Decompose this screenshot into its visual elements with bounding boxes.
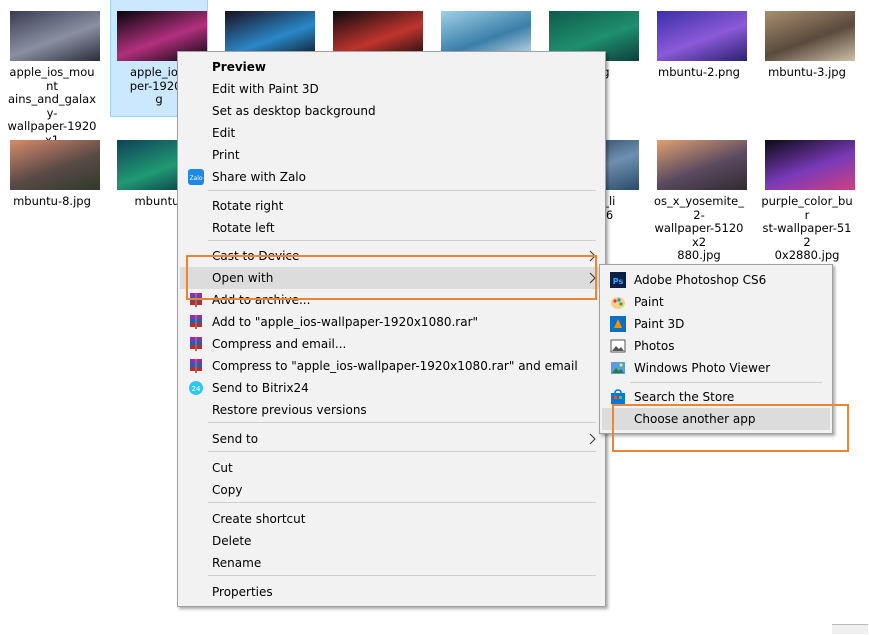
- file-thumbnail: [657, 11, 747, 61]
- file-thumbnail: [10, 140, 100, 190]
- menu-item-label: Print: [212, 148, 240, 162]
- menu-separator: [208, 240, 596, 241]
- menu-item-label: Create shortcut: [212, 512, 306, 526]
- file-item[interactable]: apple_ios_mount ains_and_galaxy- wallpap…: [4, 0, 100, 160]
- menu-item-edit-with-paint-3d[interactable]: Edit with Paint 3D: [180, 78, 603, 100]
- menu-item-share-with-zalo[interactable]: Zalo Share with Zalo: [180, 166, 603, 188]
- menu-item-delete[interactable]: Delete: [180, 530, 603, 552]
- bitrix-icon: 24: [188, 380, 204, 396]
- menu-item-print[interactable]: Print: [180, 144, 603, 166]
- file-thumbnail: [765, 140, 855, 190]
- menu-item-label: Rotate left: [212, 221, 275, 235]
- context-menu: Preview Edit with Paint 3D Set as desktop …: [177, 51, 606, 607]
- menu-separator: [208, 502, 596, 503]
- svg-text:Zalo: Zalo: [189, 175, 202, 182]
- menu-item-label: Rotate right: [212, 199, 284, 213]
- menu-separator: [208, 451, 596, 452]
- file-item[interactable]: purple_color_bur st-wallpaper-512 0x2880…: [759, 129, 855, 262]
- menu-item-label: Paint: [634, 295, 664, 309]
- menu-item-rotate-left[interactable]: Rotate left: [180, 217, 603, 239]
- file-name: mbuntu-8.jpg: [13, 194, 91, 208]
- menu-item-edit[interactable]: Edit: [180, 122, 603, 144]
- chevron-right-icon: [589, 428, 597, 458]
- svg-text:Ps: Ps: [613, 277, 624, 286]
- menu-item-label: Set as desktop background: [212, 104, 376, 118]
- paint-icon: [610, 294, 626, 310]
- menu-item-label: Send to Bitrix24: [212, 381, 309, 395]
- menu-item-set-as-desktop-background[interactable]: Set as desktop background: [180, 100, 603, 122]
- menu-item-label: Edit with Paint 3D: [212, 82, 319, 96]
- menu-item-label: Properties: [212, 585, 273, 599]
- menu-item-send-to-bitrix24[interactable]: 24 Send to Bitrix24: [180, 377, 603, 399]
- menu-item-preview[interactable]: Preview: [180, 56, 603, 78]
- menu-item-label: Adobe Photoshop CS6: [634, 273, 767, 287]
- menu-item-rotate-right[interactable]: Rotate right: [180, 195, 603, 217]
- menu-item-label: Rename: [212, 556, 262, 570]
- open-with-item-paint[interactable]: Paint: [602, 291, 830, 313]
- menu-item-label: Send to: [212, 432, 259, 446]
- photos-icon: [610, 338, 626, 354]
- menu-item-properties[interactable]: Properties: [180, 581, 603, 603]
- file-thumbnail: [10, 11, 100, 61]
- open-with-highlight-box: [186, 255, 597, 300]
- winrar-icon: [188, 336, 204, 352]
- menu-item-compress-to-apple-ios-wallpaper-1920x1080-rar-and-email[interactable]: Compress to "apple_ios-wallpaper-1920x10…: [180, 355, 603, 377]
- menu-item-create-shortcut[interactable]: Create shortcut: [180, 508, 603, 530]
- menu-item-label: Cut: [212, 461, 233, 475]
- menu-item-label: Restore previous versions: [212, 403, 367, 417]
- winrar-icon: [188, 314, 204, 330]
- zalo-icon: Zalo: [188, 169, 204, 185]
- menu-separator: [208, 422, 596, 423]
- photo-viewer-icon: [610, 360, 626, 376]
- menu-item-rename[interactable]: Rename: [180, 552, 603, 574]
- paint3d-icon: [610, 316, 626, 332]
- menu-item-label: Delete: [212, 534, 252, 548]
- menu-item-label: Compress and email...: [212, 337, 347, 351]
- file-thumbnail: [765, 11, 855, 61]
- menu-item-cut[interactable]: Cut: [180, 457, 603, 479]
- open-with-item-photos[interactable]: Photos: [602, 335, 830, 357]
- menu-item-send-to[interactable]: Send to: [180, 428, 603, 450]
- menu-separator: [208, 575, 596, 576]
- file-item[interactable]: os_x_yosemite_2- wallpaper-5120x2 880.jp…: [651, 129, 747, 262]
- open-with-item-adobe-photoshop-cs6[interactable]: Ps Adobe Photoshop CS6: [602, 269, 830, 291]
- menu-item-compress-and-email[interactable]: Compress and email...: [180, 333, 603, 355]
- file-item[interactable]: mbuntu-8.jpg: [4, 129, 100, 245]
- menu-item-label: Photos: [634, 339, 675, 353]
- file-name: os_x_yosemite_2- wallpaper-5120x2 880.jp…: [654, 194, 744, 262]
- menu-item-label: Edit: [212, 126, 236, 140]
- menu-item-label: Copy: [212, 483, 243, 497]
- menu-item-label: Windows Photo Viewer: [634, 361, 771, 375]
- file-name: mbuntu-3.jpg: [768, 65, 846, 79]
- menu-separator: [630, 382, 822, 383]
- menu-item-label: Share with Zalo: [212, 170, 306, 184]
- choose-app-highlight-box: [612, 404, 849, 452]
- menu-item-label: Preview: [212, 60, 267, 74]
- menu-item-restore-previous-versions[interactable]: Restore previous versions: [180, 399, 603, 421]
- file-name: purple_color_bur st-wallpaper-512 0x2880…: [761, 194, 853, 262]
- menu-item-label: Paint 3D: [634, 317, 685, 331]
- open-with-item-paint-3d[interactable]: Paint 3D: [602, 313, 830, 335]
- menu-item-label: Compress to "apple_ios-wallpaper-1920x10…: [212, 359, 578, 373]
- svg-text:24: 24: [192, 385, 201, 393]
- photoshop-icon: Ps: [610, 272, 626, 288]
- store-icon: [610, 389, 626, 405]
- menu-item-copy[interactable]: Copy: [180, 479, 603, 501]
- winrar-icon: [188, 358, 204, 374]
- menu-item-add-to-apple-ios-wallpaper-1920x1080-rar[interactable]: Add to "apple_ios-wallpaper-1920x1080.ra…: [180, 311, 603, 333]
- menu-separator: [208, 190, 596, 191]
- open-with-item-windows-photo-viewer[interactable]: Windows Photo Viewer: [602, 357, 830, 379]
- menu-item-label: Add to "apple_ios-wallpaper-1920x1080.ra…: [212, 315, 479, 329]
- file-thumbnail: [657, 140, 747, 190]
- resize-grip[interactable]: [832, 624, 868, 634]
- file-item[interactable]: mbuntu-3.jpg: [759, 0, 855, 116]
- file-item[interactable]: mbuntu-2.png: [651, 0, 747, 116]
- file-name: mbuntu-2.png: [658, 65, 740, 79]
- menu-item-label: Search the Store: [634, 390, 735, 404]
